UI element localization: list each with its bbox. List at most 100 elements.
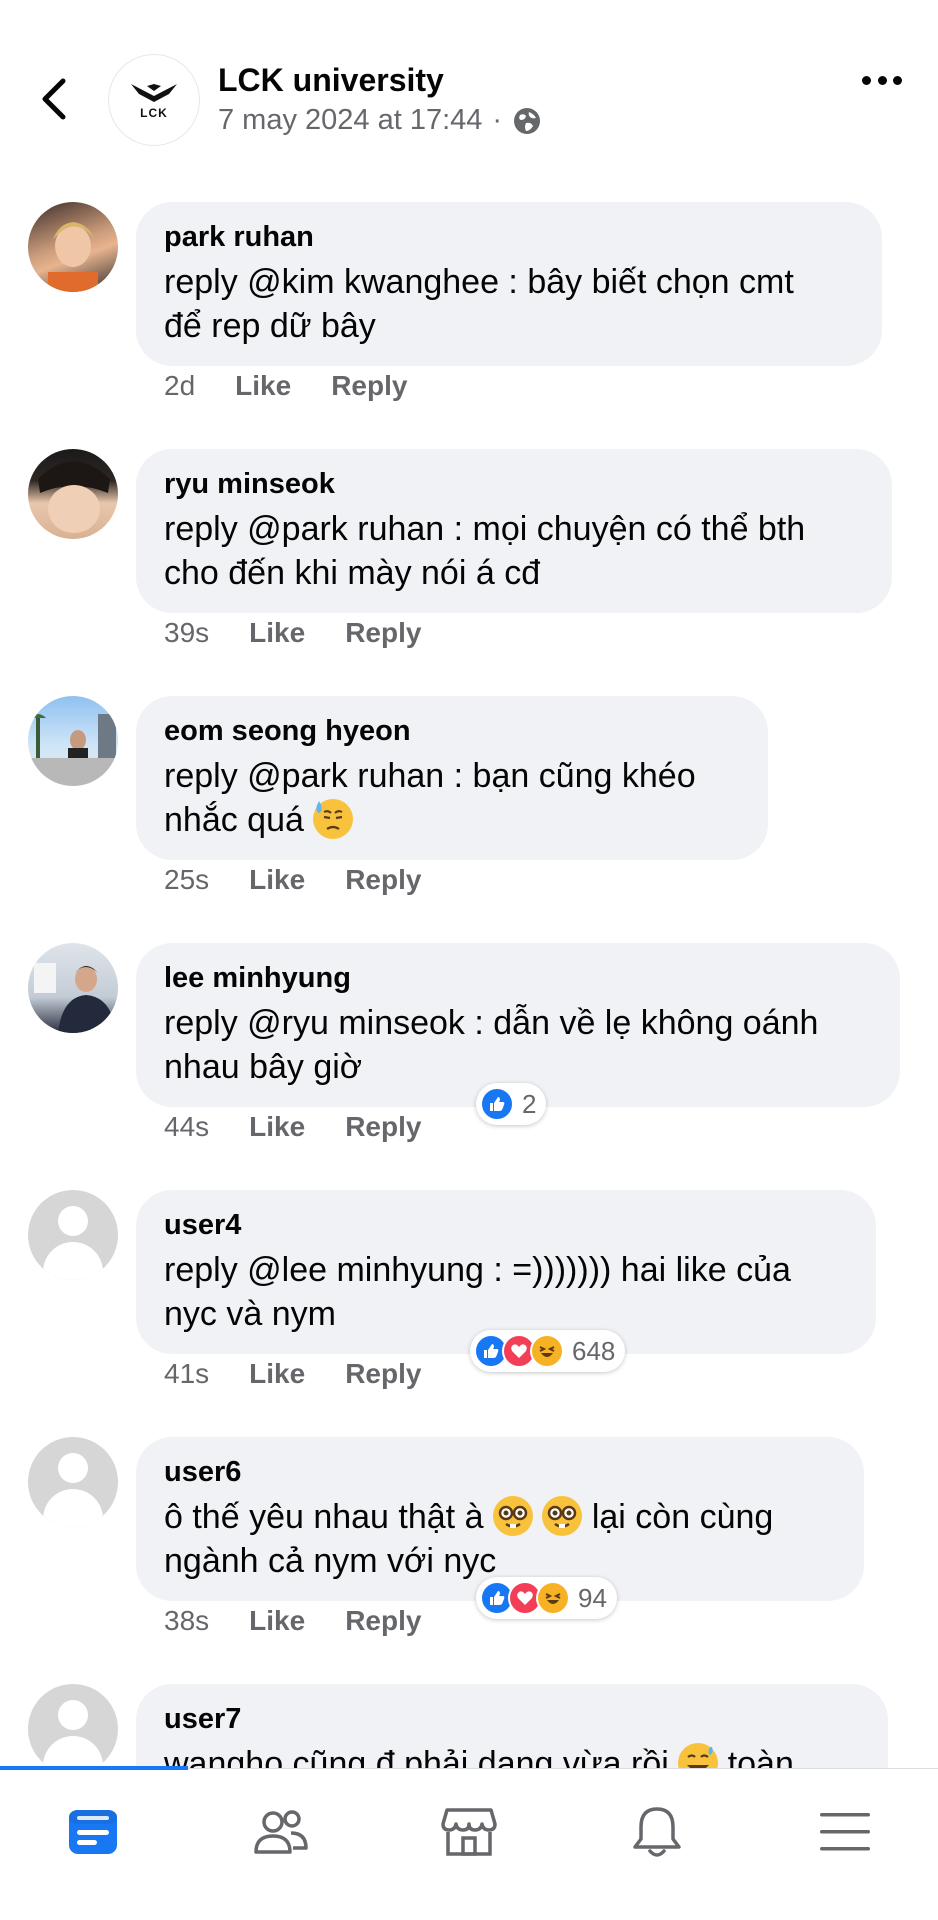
globe-icon (514, 107, 541, 134)
comment-text-line: reply @lee minhyung : =))))))) hai like … (164, 1251, 791, 1289)
reply-button[interactable]: Reply (331, 370, 407, 402)
comment: user7 wangho cũng đ phải dạng vừa rồi to… (0, 1684, 938, 1768)
reaction-summary[interactable]: 648 (470, 1330, 626, 1372)
comment-bubble: eom seong hyeon reply @park ruhan : bạn … (136, 696, 768, 860)
tab-feed[interactable] (48, 1797, 138, 1867)
comment-author[interactable]: park ruhan (164, 218, 854, 256)
comment-text-row: wangho cũng đ phải dạng vừa rồi toàn (164, 1742, 860, 1768)
haha-reaction-icon (530, 1334, 564, 1368)
meta-separator: · (492, 104, 503, 136)
friends-icon (254, 1810, 308, 1854)
more-options-button[interactable] (854, 62, 910, 98)
comment-text-row: ô thế yêu nhau thật à lại còn cùng (164, 1495, 836, 1539)
page-avatar[interactable]: LCK (108, 54, 200, 146)
like-button[interactable]: Like (235, 370, 291, 402)
reply-button[interactable]: Reply (345, 1605, 421, 1637)
comment-text-line: reply @park ruhan : bạn cũng khéo (164, 757, 696, 795)
post-meta: 7 may 2024 at 17:44 · (218, 104, 542, 137)
comment-time[interactable]: 25s (164, 864, 209, 896)
like-button[interactable]: Like (249, 617, 305, 649)
comment-text-line: lại còn cùng (591, 1498, 774, 1536)
more-dots-icon (862, 75, 871, 85)
comment-time[interactable]: 41s (164, 1358, 209, 1390)
comment-text-line: cho đến khi mày nói á cđ (164, 554, 541, 592)
reaction-count: 648 (572, 1335, 616, 1366)
reaction-summary[interactable]: 2 (476, 1083, 547, 1125)
avatar-photo (28, 714, 118, 786)
bell-icon (633, 1807, 681, 1857)
avatar[interactable] (28, 449, 118, 539)
comment-actions: 25s Like Reply (164, 864, 421, 896)
comment-text-line: reply @kim kwanghee : bây biết chọn cmt (164, 263, 794, 301)
comment-text-line: reply @ryu minseok : dẫn về lẹ không oán… (164, 1004, 819, 1042)
grinning-sweat-emoji-icon (678, 1743, 719, 1768)
reply-button[interactable]: Reply (345, 1111, 421, 1143)
comment-actions: 44s Like Reply (164, 1111, 421, 1143)
reaction-count: 94 (578, 1582, 607, 1613)
marketplace-icon (441, 1808, 497, 1856)
comment-text-line: toàn (727, 1745, 794, 1768)
tab-notifications[interactable] (612, 1797, 702, 1867)
tab-friends[interactable] (236, 1797, 326, 1867)
avatar-photo (38, 461, 110, 533)
comment-time[interactable]: 39s (164, 617, 209, 649)
comment-actions: 41s Like Reply (164, 1358, 421, 1390)
like-button[interactable]: Like (249, 1605, 305, 1637)
comment-author[interactable]: ryu minseok (164, 465, 864, 503)
back-button[interactable] (36, 74, 72, 124)
comment-text-line: để rep dữ bây (164, 307, 376, 345)
avatar[interactable] (28, 696, 118, 786)
chevron-left-icon (42, 78, 66, 120)
avatar[interactable] (28, 943, 118, 1033)
like-button[interactable]: Like (249, 1111, 305, 1143)
comment-author[interactable]: user4 (164, 1206, 848, 1244)
comment-author[interactable]: lee minhyung (164, 959, 872, 997)
nerd-face-emoji-icon (492, 1496, 533, 1536)
tab-marketplace[interactable] (424, 1797, 514, 1867)
avatar-photo (48, 222, 98, 292)
comment-actions: 38s Like Reply (164, 1605, 421, 1637)
comment-bubble: park ruhan reply @kim kwanghee : bây biế… (136, 202, 882, 366)
comment-author[interactable]: eom seong hyeon (164, 712, 740, 750)
reply-button[interactable]: Reply (345, 864, 421, 896)
logo-text: LCK (140, 106, 168, 120)
comment-actions: 2d Like Reply (164, 370, 407, 402)
comment-text-line: nhắc quá (164, 801, 304, 839)
avatar-photo (34, 963, 116, 1033)
comment-time[interactable]: 44s (164, 1111, 209, 1143)
comment-text-line: wangho cũng đ phải dạng vừa rồi (164, 1745, 669, 1768)
default-avatar[interactable] (28, 1190, 118, 1280)
tab-menu[interactable] (800, 1797, 890, 1867)
comment-actions: 39s Like Reply (164, 617, 421, 649)
reply-button[interactable]: Reply (345, 617, 421, 649)
page-name[interactable]: LCK university (218, 62, 444, 99)
reaction-summary[interactable]: 94 (476, 1577, 617, 1619)
comment-bubble: ryu minseok reply @park ruhan : mọi chuy… (136, 449, 892, 613)
downcast-sweat-emoji-icon (313, 799, 354, 839)
comment-author[interactable]: user6 (164, 1453, 836, 1491)
comment-text-line: ô thế yêu nhau thật à (164, 1498, 484, 1536)
like-reaction-icon (480, 1087, 514, 1121)
active-tab-indicator (0, 1766, 188, 1770)
nerd-face-emoji-icon (542, 1496, 583, 1536)
bottom-navigation (0, 1766, 938, 1920)
comment-text-row: nhắc quá (164, 798, 740, 842)
reply-button[interactable]: Reply (345, 1358, 421, 1390)
post-timestamp[interactable]: 7 may 2024 at 17:44 (218, 104, 482, 137)
reaction-count: 2 (522, 1088, 537, 1119)
like-button[interactable]: Like (249, 1358, 305, 1390)
lck-logo-icon (131, 84, 177, 102)
like-button[interactable]: Like (249, 864, 305, 896)
default-avatar[interactable] (28, 1437, 118, 1527)
haha-reaction-icon (536, 1581, 570, 1615)
comment-time[interactable]: 38s (164, 1605, 209, 1637)
feed-icon (69, 1810, 117, 1854)
comment-bubble: user7 wangho cũng đ phải dạng vừa rồi to… (136, 1684, 888, 1768)
post-header: LCK LCK university 7 may 2024 at 17:44 · (0, 0, 938, 170)
comment-text-line: reply @park ruhan : mọi chuyện có thể bt… (164, 510, 806, 548)
avatar[interactable] (28, 202, 118, 292)
menu-icon (820, 1813, 870, 1851)
default-avatar[interactable] (28, 1684, 118, 1768)
comment-author[interactable]: user7 (164, 1700, 860, 1738)
comment-time[interactable]: 2d (164, 370, 195, 402)
